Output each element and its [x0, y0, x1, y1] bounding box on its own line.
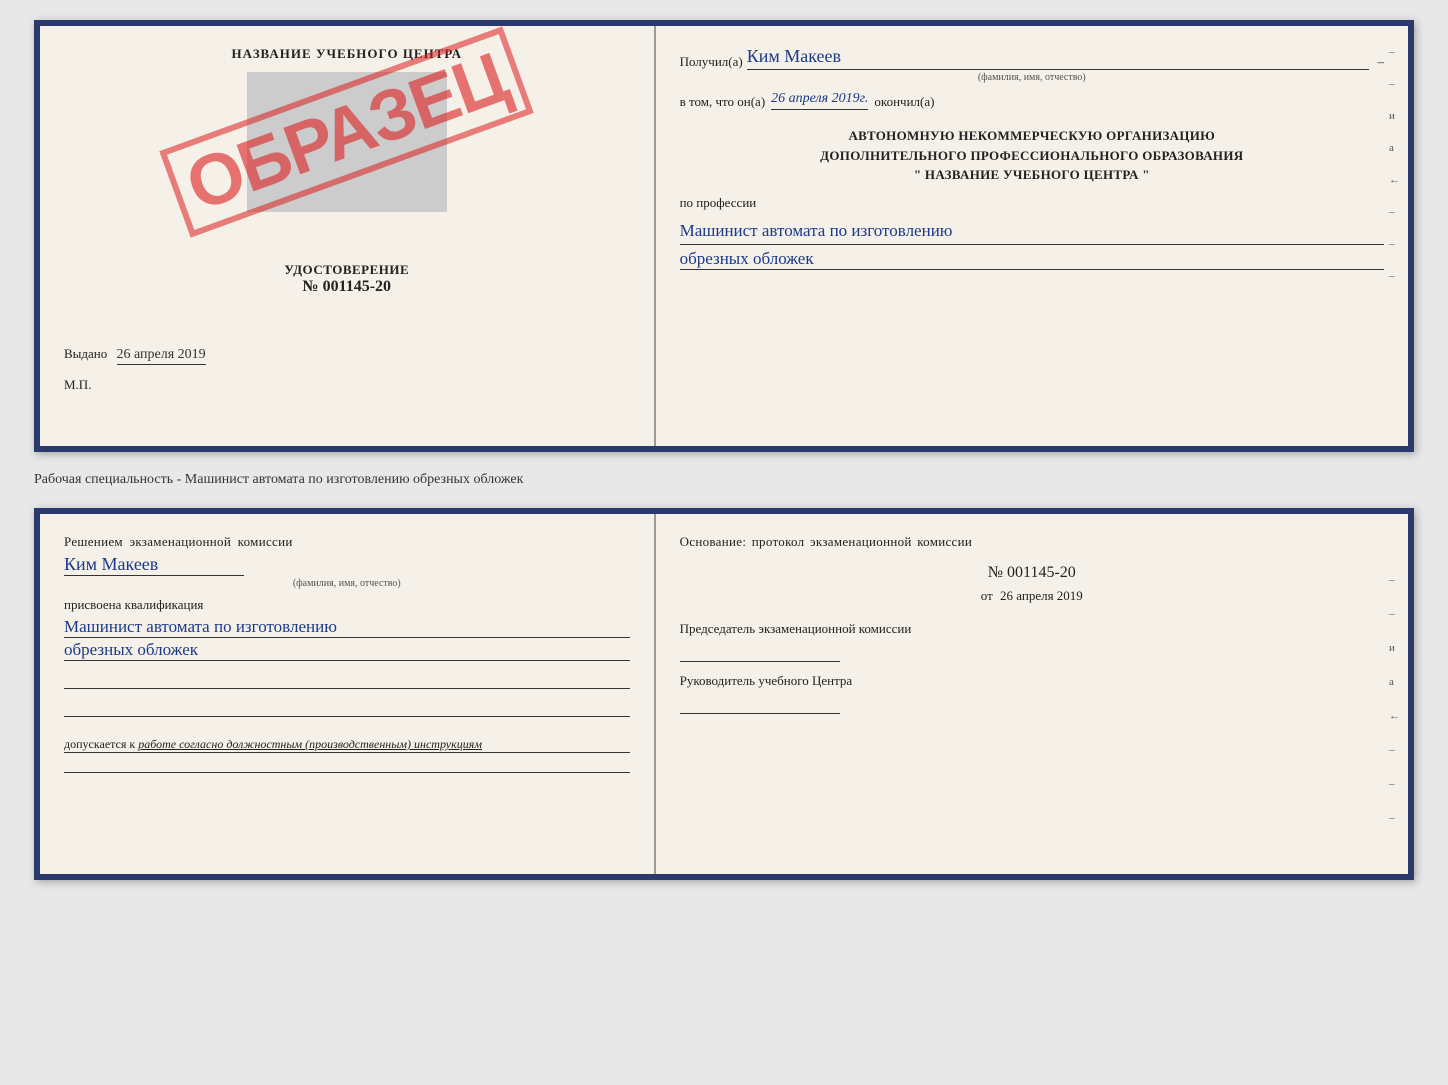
mark8: – [1389, 270, 1400, 282]
prisvoena-label: присвоена квалификация [64, 597, 630, 613]
blank-line2 [64, 695, 630, 717]
rukovoditel-signature-line [680, 692, 840, 714]
ot-label: от [981, 588, 993, 603]
exam-person-name: Ким Макеев [64, 554, 244, 576]
vtom-line: в том, что он(а) 26 апреля 2019г. окончи… [680, 91, 1384, 110]
fio-sublabel-top: (фамилия, имя, отчество) [680, 72, 1384, 83]
ot-date: от 26 апреля 2019 [680, 588, 1384, 604]
org-name-block: АВТОНОМНУЮ НЕКОММЕРЧЕСКУЮ ОРГАНИЗАЦИЮ ДО… [680, 126, 1384, 185]
top-document: НАЗВАНИЕ УЧЕБНОГО ЦЕНТРА ОБРАЗЕЦ УДОСТОВ… [34, 20, 1414, 452]
poluchil-line: Получил(а) Ким Макеев – [680, 46, 1384, 70]
mark2: – [1389, 78, 1400, 90]
blank-line1 [64, 667, 630, 689]
bmark6: – [1389, 744, 1400, 756]
po-professii-label: по профессии [680, 195, 1384, 211]
recipient-name: Ким Макеев [747, 46, 1370, 70]
bmark5: ← [1389, 710, 1400, 722]
top-doc-right: Получил(а) Ким Макеев – (фамилия, имя, о… [656, 26, 1408, 446]
profession-line2: обрезных обложек [680, 249, 1384, 270]
bmark8: – [1389, 812, 1400, 824]
poluchil-label: Получил(а) [680, 54, 743, 70]
okonchil-text: окончил(а) [874, 94, 934, 110]
resheniem-title: Решением экзаменационной комиссии [64, 534, 630, 550]
osnovanie-text: Основание: протокол экзаменационной коми… [680, 534, 1384, 550]
completion-date: 26 апреля 2019г. [771, 91, 868, 110]
mark1: – [1389, 46, 1400, 58]
rukovoditel-block: Руководитель учебного Центра [680, 672, 1384, 714]
bmark1: – [1389, 574, 1400, 586]
qualification-line1: Машинист автомата по изготовлению [64, 617, 630, 638]
rukovoditel-title: Руководитель учебного Центра [680, 672, 1384, 690]
vydano-label: Выдано [64, 346, 107, 361]
mark3: и [1389, 110, 1400, 122]
right-margin-marks: – – и а ← – – – [1389, 46, 1400, 282]
bmark3: и [1389, 642, 1400, 654]
bmark7: – [1389, 778, 1400, 790]
mark5: ← [1389, 174, 1400, 186]
udostoverenie-block: УДОСТОВЕРЕНИЕ № 001145-20 [64, 262, 630, 296]
right-margin-marks-bottom: – – и а ← – – – [1389, 574, 1400, 824]
predsedatel-signature-line [680, 640, 840, 662]
qualification-line2: обрезных обложек [64, 640, 630, 661]
org-line3: " НАЗВАНИЕ УЧЕБНОГО ЦЕНТРА " [680, 165, 1384, 185]
top-doc-left: НАЗВАНИЕ УЧЕБНОГО ЦЕНТРА ОБРАЗЕЦ УДОСТОВ… [40, 26, 656, 446]
bmark2: – [1389, 608, 1400, 620]
org-line1: АВТОНОМНУЮ НЕКОММЕРЧЕСКУЮ ОРГАНИЗАЦИЮ [680, 126, 1384, 146]
blank-line3 [64, 757, 630, 773]
vydano-date: 26 апреля 2019 [117, 347, 206, 365]
mark6: – [1389, 206, 1400, 218]
stamp-area: ОБРАЗЕЦ [247, 72, 447, 202]
predsedatel-title: Председатель экзаменационной комиссии [680, 620, 1384, 638]
bottom-doc-right: Основание: протокол экзаменационной коми… [656, 514, 1408, 874]
mp-line: М.П. [64, 377, 630, 393]
udostoverenie-title: УДОСТОВЕРЕНИЕ [64, 262, 630, 278]
udostoverenie-number: № 001145-20 [64, 278, 630, 296]
bottom-doc-left: Решением экзаменационной комиссии Ким Ма… [40, 514, 656, 874]
kim-makeev-wrapper: Ким Макеев [64, 554, 630, 576]
profession-line1: Машинист автомата по изготовлению [680, 217, 1384, 245]
vtom-text: в том, что он(а) [680, 94, 766, 110]
dopusk-prefix: допускается к [64, 737, 135, 751]
protocol-date: 26 апреля 2019 [1000, 588, 1083, 603]
dash1: – [1377, 54, 1384, 70]
bottom-document: Решением экзаменационной комиссии Ким Ма… [34, 508, 1414, 880]
photo-placeholder [247, 72, 447, 212]
school-title-top: НАЗВАНИЕ УЧЕБНОГО ЦЕНТРА [64, 46, 630, 62]
vydano-line: Выдано 26 апреля 2019 [64, 346, 630, 363]
dopuskaetsya-line: допускается к работе согласно должностны… [64, 737, 630, 753]
protocol-number: № 001145-20 [680, 564, 1384, 582]
mark7: – [1389, 238, 1400, 250]
org-line2: ДОПОЛНИТЕЛЬНОГО ПРОФЕССИОНАЛЬНОГО ОБРАЗО… [680, 146, 1384, 166]
middle-label: Рабочая специальность - Машинист автомат… [34, 468, 1414, 492]
mark4: а [1389, 142, 1400, 154]
bmark4: а [1389, 676, 1400, 688]
predsedatel-block: Председатель экзаменационной комиссии [680, 620, 1384, 662]
dopusk-italic-text: работе согласно должностным (производств… [138, 737, 482, 751]
fio-sublabel-bottom: (фамилия, имя, отчество) [64, 578, 630, 589]
